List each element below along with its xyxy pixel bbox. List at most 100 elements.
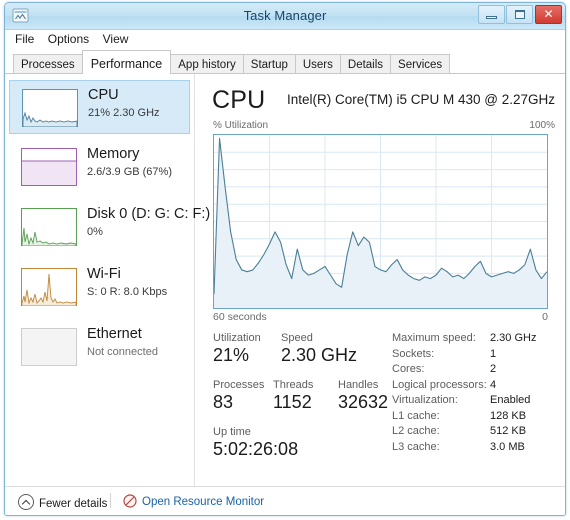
chart-y-max-label: 100%: [529, 120, 555, 131]
status-bar: Fewer details Open Resource Monitor: [5, 486, 565, 515]
tab-services[interactable]: Services: [390, 54, 451, 74]
spec-l1-cache: L1 cache: 128 KB: [392, 410, 562, 426]
title-bar: Task Manager ✕: [5, 3, 565, 30]
stat-processes: Processes 83: [213, 379, 264, 413]
tab-performance[interactable]: Performance: [81, 50, 172, 74]
content-area: CPU 21% 2.30 GHz Memory 2.6/3.9 GB (67%): [5, 74, 565, 486]
menu-item-options[interactable]: Options: [48, 30, 98, 48]
cpu-detail-pane: CPU Intel(R) Core(TM) i5 CPU M 430 @ 2.2…: [196, 74, 565, 486]
maximize-button[interactable]: [506, 5, 533, 24]
spec-maximum-speed-key: Maximum speed:: [392, 332, 476, 344]
chart-axis-top: % Utilization 100%: [213, 120, 555, 133]
stat-handles-label: Handles: [338, 379, 379, 391]
task-manager-window: Task Manager ✕ File Options View Process…: [4, 2, 566, 516]
sidebar-item-memory-sub: 2.6/3.9 GB (67%): [87, 166, 172, 178]
menu-item-view[interactable]: View: [103, 30, 138, 48]
spec-sockets-key: Sockets:: [392, 347, 435, 360]
open-resource-monitor-label: Open Resource Monitor: [142, 496, 265, 508]
spec-cores: Cores: 2: [392, 363, 562, 379]
spec-l2-cache-key: L2 cache:: [392, 425, 440, 437]
sidebar-item-ethernet[interactable]: Ethernet Not connected: [9, 320, 190, 374]
fewer-details-button[interactable]: Fewer details: [18, 494, 107, 510]
spec-cores-key: Cores:: [392, 363, 425, 375]
stat-uptime: Up time 5:02:26:08: [213, 426, 298, 460]
sidebar-item-cpu[interactable]: CPU 21% 2.30 GHz: [9, 80, 190, 134]
chart-y-label: % Utilization: [213, 120, 269, 131]
tab-processes[interactable]: Processes: [13, 54, 83, 74]
spec-logical-processors-key: Logical processors:: [392, 378, 487, 391]
chart-axis-bottom: 60 seconds 0: [213, 311, 548, 325]
stat-threads-value: 1152: [273, 392, 312, 412]
menu-bar: File Options View: [5, 30, 565, 50]
cpu-specs-list: Maximum speed: 2.30 GHz Sockets: 1 Cores…: [392, 332, 562, 456]
disk-thumbnail-icon: [21, 208, 77, 246]
spec-virtualization-value: Enabled: [490, 394, 531, 406]
stat-processes-label: Processes: [213, 379, 265, 391]
stat-speed-label: Speed: [281, 332, 313, 344]
sidebar-item-cpu-sub: 21% 2.30 GHz: [88, 107, 160, 119]
sidebar-item-memory[interactable]: Memory 2.6/3.9 GB (67%): [9, 140, 190, 194]
status-divider: [110, 493, 111, 508]
fewer-details-label: Fewer details: [39, 498, 108, 510]
spec-l1-cache-value: 128 KB: [490, 409, 527, 422]
resource-sidebar: CPU 21% 2.30 GHz Memory 2.6/3.9 GB (67%): [5, 74, 210, 486]
spec-virtualization: Virtualization: Enabled: [392, 394, 562, 410]
tab-users[interactable]: Users: [294, 54, 341, 74]
open-resource-monitor-link[interactable]: Open Resource Monitor: [123, 494, 264, 508]
spec-logical-processors: Logical processors: 4: [392, 379, 562, 395]
maximize-icon: [515, 10, 525, 19]
sidebar-item-memory-label: Memory: [87, 146, 140, 162]
stats-row-utilization-speed: Utilization 21% Speed 2.30 GHz: [213, 332, 403, 379]
cpu-model-name: Intel(R) Core(TM) i5 CPU M 430 @ 2.27GHz: [286, 92, 555, 107]
cpu-stats-primary: Utilization 21% Speed 2.30 GHz Processes…: [213, 332, 403, 473]
sidebar-item-ethernet-sub: Not connected: [87, 346, 158, 358]
stat-handles-value: 32632: [338, 392, 389, 412]
spec-cores-value: 2: [490, 363, 497, 375]
stat-utilization-value: 21%: [213, 345, 250, 365]
spec-l3-cache-value: 3.0 MB: [490, 440, 525, 453]
spec-l2-cache-value: 512 KB: [490, 425, 527, 437]
spec-maximum-speed: Maximum speed: 2.30 GHz: [392, 332, 562, 348]
chevron-up-icon: [18, 494, 34, 510]
stat-uptime-value: 5:02:26:08: [213, 439, 299, 459]
cpu-thumbnail-icon: [22, 89, 78, 127]
resource-monitor-icon: [123, 494, 137, 508]
stat-speed: Speed 2.30 GHz: [281, 332, 357, 366]
cpu-utilization-chart: [213, 134, 548, 309]
tab-details[interactable]: Details: [339, 54, 392, 74]
close-button[interactable]: ✕: [535, 5, 562, 24]
spec-l1-cache-key: L1 cache:: [392, 409, 440, 422]
spec-l3-cache: L3 cache: 3.0 MB: [392, 441, 562, 457]
spec-sockets-value: 1: [490, 347, 497, 360]
minimize-button[interactable]: [478, 5, 505, 24]
ethernet-thumbnail-icon: [21, 328, 77, 366]
sidebar-item-wifi-sub: S: 0 R: 8.0 Kbps: [87, 286, 168, 298]
sidebar-item-wifi-label: Wi-Fi: [87, 266, 121, 282]
chart-x-start-label: 60 seconds: [213, 311, 267, 323]
stats-row-uptime: Up time 5:02:26:08: [213, 426, 403, 473]
stat-processes-value: 83: [213, 392, 234, 412]
stat-threads: Threads 1152: [273, 379, 313, 413]
stat-threads-label: Threads: [273, 379, 314, 391]
spec-l2-cache: L2 cache: 512 KB: [392, 425, 562, 441]
sidebar-item-ethernet-label: Ethernet: [87, 326, 142, 342]
sidebar-item-disk0-sub: 0%: [87, 226, 103, 238]
tab-app-history[interactable]: App history: [170, 54, 244, 74]
wifi-thumbnail-icon: [21, 268, 77, 306]
chart-x-end-label: 0: [542, 311, 548, 323]
spec-l3-cache-key: L3 cache:: [392, 440, 440, 453]
sidebar-item-disk0[interactable]: Disk 0 (D: G: C: F:) 0%: [9, 200, 210, 254]
spec-maximum-speed-value: 2.30 GHz: [490, 332, 537, 344]
stat-handles: Handles 32632: [338, 379, 388, 413]
tab-startup[interactable]: Startup: [242, 54, 296, 74]
stat-utilization-label: Utilization: [213, 332, 261, 344]
minimize-icon: [486, 16, 497, 19]
spec-virtualization-key: Virtualization:: [392, 394, 458, 406]
sidebar-item-cpu-label: CPU: [88, 87, 119, 103]
memory-thumbnail-icon: [21, 148, 77, 186]
stat-speed-value: 2.30 GHz: [281, 345, 358, 365]
stats-row-processes-threads-handles: Processes 83 Threads 1152 Handles 32632: [213, 379, 403, 426]
menu-item-file[interactable]: File: [15, 30, 43, 48]
stat-utilization: Utilization 21%: [213, 332, 261, 366]
sidebar-item-wifi[interactable]: Wi-Fi S: 0 R: 8.0 Kbps: [9, 260, 190, 314]
